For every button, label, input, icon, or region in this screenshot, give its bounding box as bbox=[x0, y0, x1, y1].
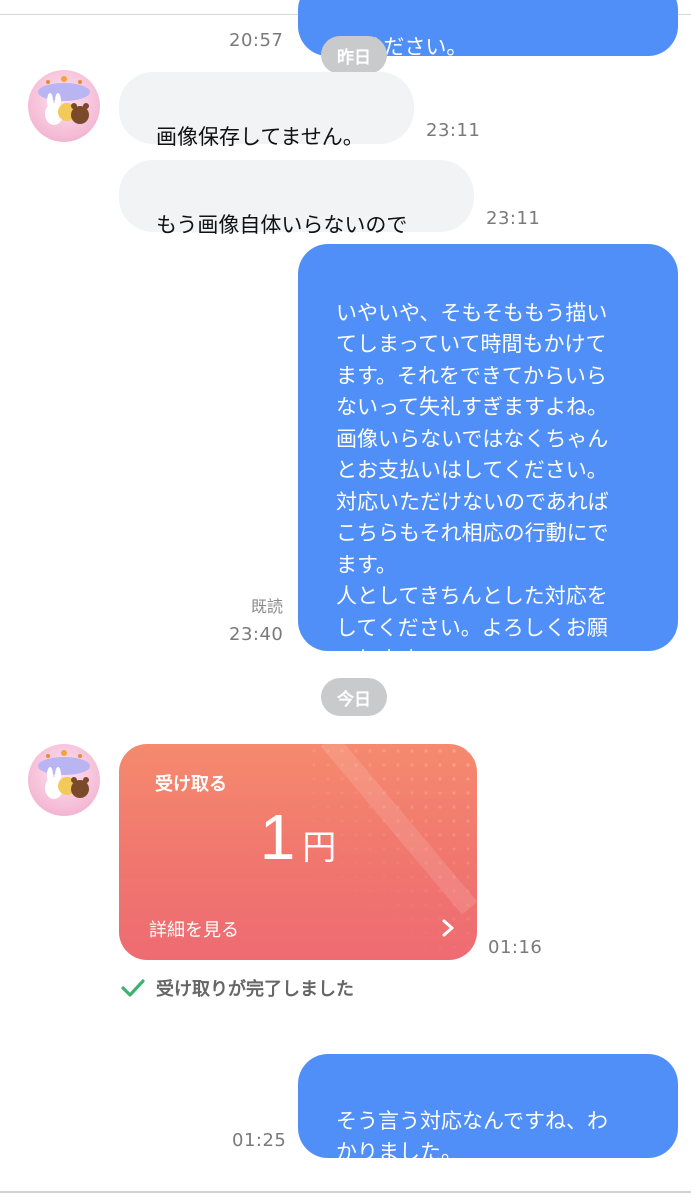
message-time: 01:25 bbox=[232, 1130, 287, 1151]
payment-amount: 1円 bbox=[119, 800, 477, 874]
amount-unit: 円 bbox=[302, 829, 337, 867]
received-message-bubble[interactable]: 画像保存してません。 bbox=[119, 72, 414, 149]
amount-value: 1 bbox=[259, 801, 297, 873]
message-text: 画像保存してません。 bbox=[156, 125, 364, 149]
payment-status-text: 受け取りが完了しました bbox=[156, 979, 354, 1000]
sent-message-bubble[interactable]: いやいや、そもそももう描い てしまっていて時間もかけて ます。それをできてからい… bbox=[298, 244, 678, 671]
message-time: 23:11 bbox=[486, 208, 541, 229]
message-time: 01:16 bbox=[488, 937, 543, 958]
message-text: そう言う対応なんですね、わ かりました。 bbox=[336, 1108, 608, 1165]
avatar[interactable] bbox=[28, 70, 100, 142]
avatar[interactable] bbox=[28, 744, 100, 816]
message-text: いやいや、そもそももう描い てしまっていて時間もかけて ます。それをできてからい… bbox=[336, 300, 609, 672]
received-message-bubble[interactable]: もう画像自体いらないので bbox=[119, 160, 474, 237]
chevron-right-icon[interactable] bbox=[437, 916, 459, 940]
message-time: 23:11 bbox=[426, 120, 481, 141]
avatar-image bbox=[38, 76, 90, 125]
message-text: もう画像自体いらないので bbox=[156, 213, 408, 237]
payment-status: 受け取りが完了しました bbox=[120, 975, 354, 1001]
check-icon bbox=[121, 979, 145, 997]
message-time: 20:57 bbox=[229, 30, 284, 51]
payment-label: 受け取る bbox=[155, 774, 227, 795]
payment-card[interactable]: 受け取る 1円 詳細を見る bbox=[119, 744, 477, 960]
message-time: 23:40 bbox=[229, 624, 284, 645]
sent-message-bubble[interactable]: そう言う対応なんですね、わ かりました。 bbox=[298, 1054, 678, 1164]
bottom-divider bbox=[0, 1191, 691, 1193]
view-details-link[interactable]: 詳細を見る bbox=[149, 916, 239, 942]
read-receipt: 既読 bbox=[251, 597, 284, 616]
date-separator: 今日 bbox=[321, 678, 387, 716]
avatar-image bbox=[38, 750, 90, 799]
date-separator: 昨日 bbox=[321, 36, 387, 74]
